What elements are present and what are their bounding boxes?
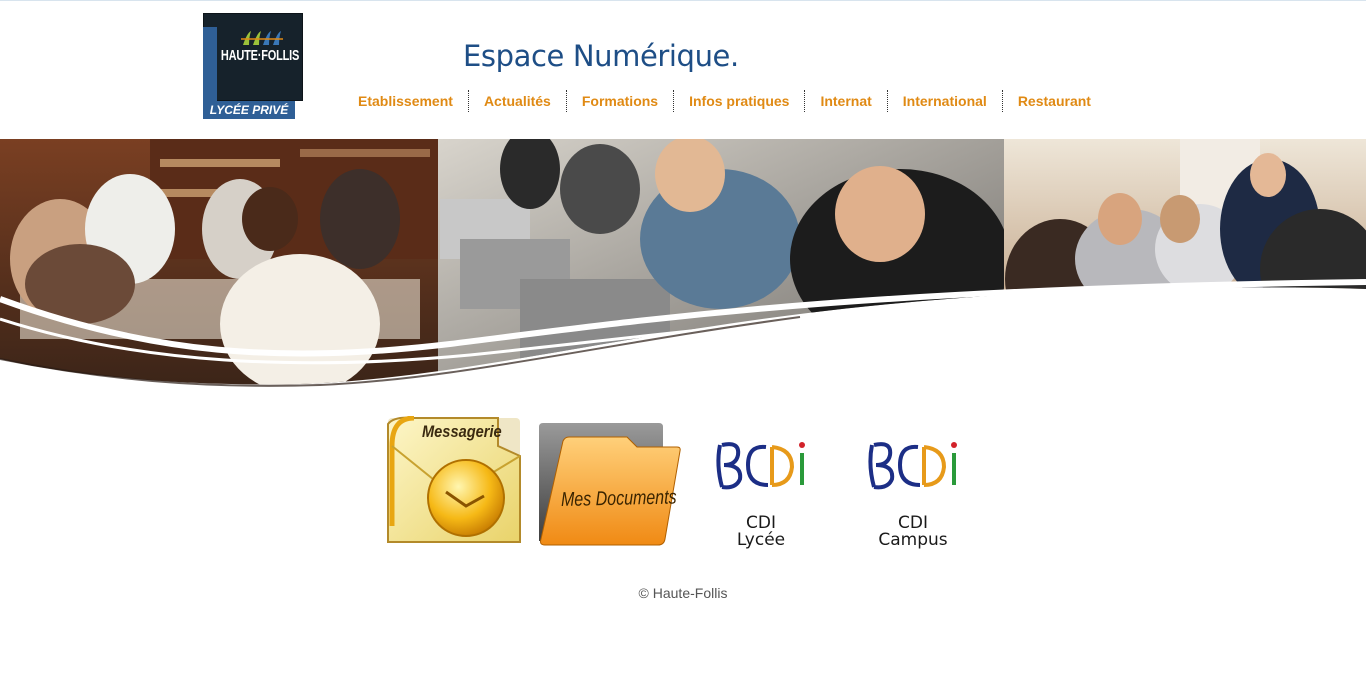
nav-item-infos-pratiques[interactable]: Infos pratiques bbox=[673, 90, 804, 112]
cdi-lycee-line2: Lycée bbox=[736, 530, 786, 550]
main-nav: Etablissement Actualités Formations Info… bbox=[343, 90, 1106, 112]
nav-item-etablissement[interactable]: Etablissement bbox=[343, 90, 468, 112]
birds-icon bbox=[241, 31, 283, 45]
cdi-campus-line2: Campus bbox=[878, 530, 948, 550]
nav-item-international[interactable]: International bbox=[886, 90, 1002, 112]
bcdi-logo bbox=[868, 442, 957, 490]
nav-item-internat[interactable]: Internat bbox=[804, 90, 886, 112]
messagerie-link[interactable]: Messagerie bbox=[384, 415, 524, 546]
messagerie-label: Messagerie bbox=[422, 422, 502, 441]
cdi-lycee-link[interactable]: CDI Lycée bbox=[706, 431, 816, 556]
nav-item-actualites[interactable]: Actualités bbox=[467, 90, 566, 112]
cdi-lycee-caption: CDI Lycée bbox=[706, 515, 816, 549]
cdi-campus-link[interactable]: CDI Campus bbox=[858, 431, 968, 556]
page-title: Espace Numérique. bbox=[463, 39, 739, 73]
school-logo[interactable]: HAUTE·FOLLIS LYCÉE PRIVÉ bbox=[203, 13, 303, 119]
footer-copyright: © Haute-Follis bbox=[638, 585, 728, 601]
nav-item-formations[interactable]: Formations bbox=[565, 90, 673, 112]
bcdi-logo bbox=[716, 442, 805, 490]
folder-icon bbox=[539, 423, 681, 546]
cdi-campus-caption: CDI Campus bbox=[858, 515, 968, 549]
logo-tagline: LYCÉE PRIVÉ bbox=[203, 101, 295, 119]
nav-item-restaurant[interactable]: Restaurant bbox=[1001, 90, 1106, 112]
banner-photos bbox=[0, 139, 1366, 387]
logo-name: HAUTE·FOLLIS bbox=[220, 48, 300, 64]
mes-documents-label: Mes Documents bbox=[560, 486, 677, 511]
header-banner bbox=[0, 139, 1366, 391]
mes-documents-link[interactable]: Mes Documents bbox=[537, 421, 683, 549]
